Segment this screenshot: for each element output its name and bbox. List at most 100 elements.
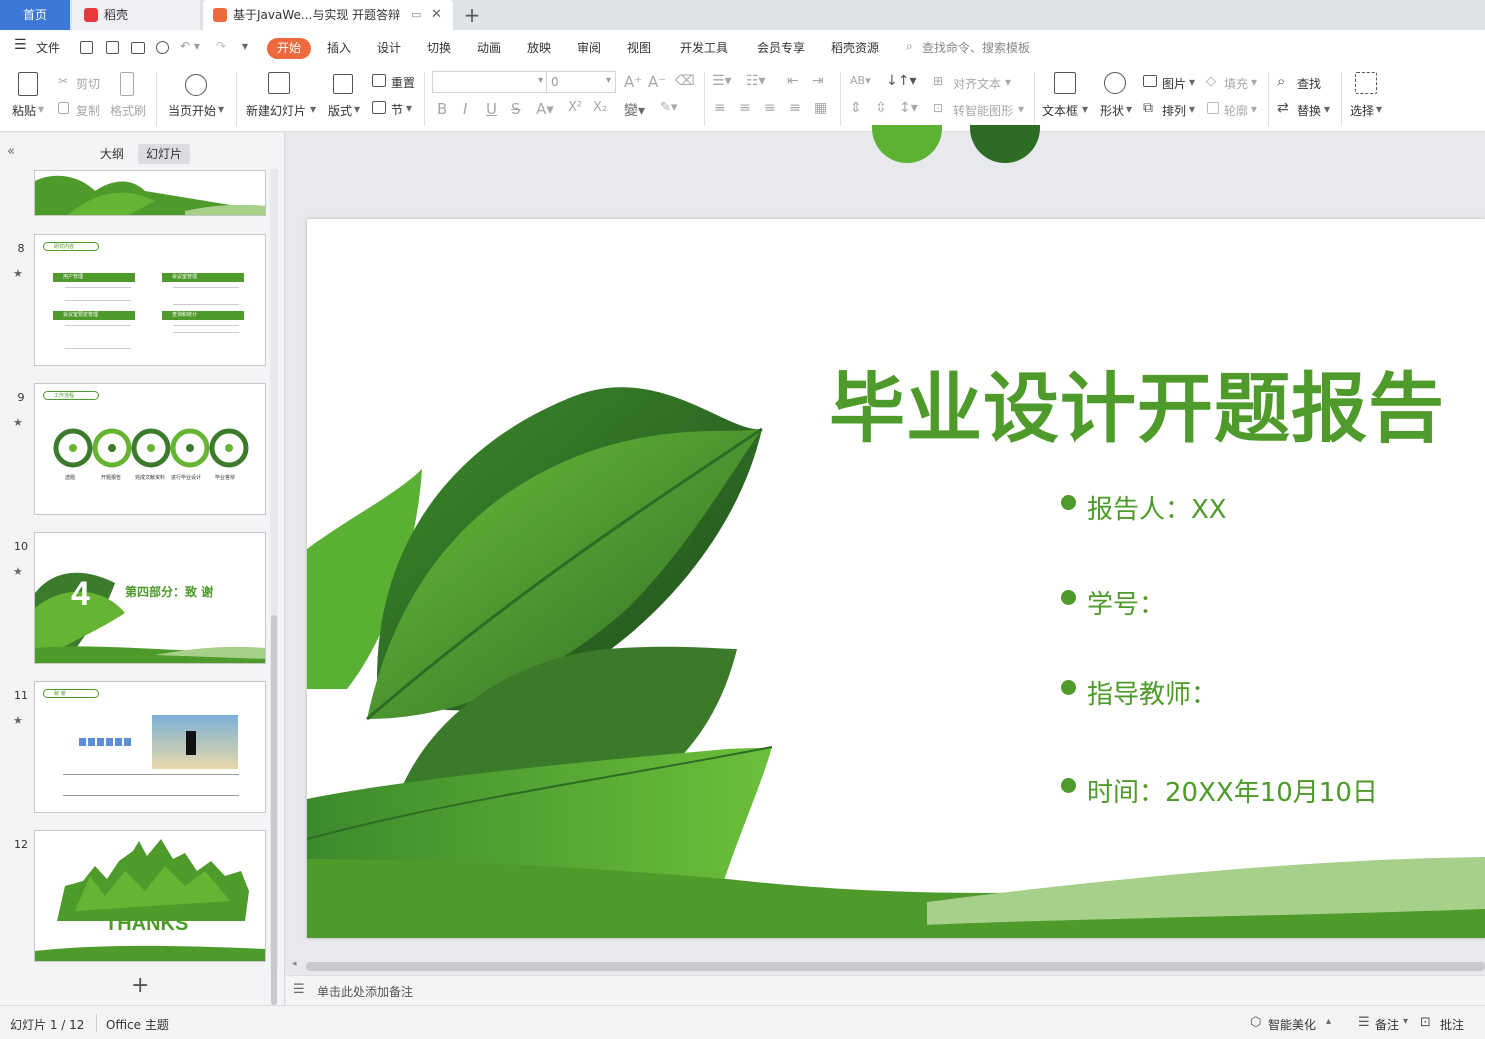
copy-icon[interactable] — [58, 102, 69, 114]
add-slide-button[interactable]: + — [131, 973, 149, 998]
font-name-select[interactable]: ▾ — [432, 71, 548, 93]
subscript-icon[interactable]: X₂ — [593, 100, 607, 115]
notes-placeholder[interactable]: 单击此处添加备注 — [317, 983, 413, 1000]
format-painter-icon[interactable] — [120, 72, 134, 96]
collapse-panel-icon[interactable]: « — [7, 144, 15, 159]
print-preview-icon[interactable] — [156, 41, 169, 54]
shape-button[interactable]: 形状 — [1100, 102, 1124, 119]
menu-transition[interactable]: 切换 — [427, 39, 451, 56]
picture-button[interactable]: 图片 — [1162, 75, 1186, 92]
slide-thumbnail-9[interactable]: 工作流程 选题 开题报告 完成文献资料 进行毕业设计 毕业答辩 — [34, 383, 266, 515]
phonetic-guide-icon[interactable]: 變▾ — [624, 100, 645, 120]
smart-shape-icon[interactable]: ⊡ — [933, 101, 943, 115]
section-button[interactable]: 节 — [391, 101, 403, 118]
cut-button[interactable]: 剪切 — [76, 75, 100, 92]
align-text-button[interactable]: 对齐文本 — [953, 75, 1001, 92]
command-search-input[interactable]: 查找命令、搜索模板 — [922, 39, 1030, 56]
slide-thumbnail-11[interactable]: 致 谢 — [34, 681, 266, 813]
fill-button[interactable]: 填充 — [1224, 75, 1248, 92]
play-icon[interactable] — [185, 74, 207, 96]
menu-file[interactable]: 文件 — [36, 39, 60, 56]
menu-slideshow[interactable]: 放映 — [527, 39, 551, 56]
panel-scrollbar-thumb[interactable] — [271, 615, 277, 1005]
menu-daoke-resources[interactable]: 稻壳资源 — [831, 39, 879, 56]
replace-icon[interactable]: ⇄ — [1277, 100, 1289, 116]
decrease-indent-icon[interactable]: ⇤ — [787, 73, 799, 89]
highlight-icon[interactable]: ✎▾ — [660, 100, 677, 115]
new-slide-button[interactable]: 新建幻灯片 — [246, 102, 306, 119]
tab-close-icon[interactable]: ✕ — [431, 0, 442, 30]
layout-icon[interactable] — [333, 74, 353, 94]
tab-daoke[interactable]: 稻壳 — [72, 0, 200, 30]
fill-icon[interactable]: ◇ — [1206, 74, 1216, 89]
outline-button[interactable]: 轮廓 — [1224, 102, 1248, 119]
arrange-icon[interactable]: ⧉ — [1143, 100, 1153, 116]
smart-shape-button[interactable]: 转智能图形 — [953, 102, 1013, 119]
superscript-icon[interactable]: X² — [568, 100, 582, 115]
align-left-icon[interactable]: ≡ — [714, 100, 726, 116]
new-slide-icon[interactable] — [268, 72, 290, 94]
font-size-select[interactable]: 0 ▾ — [546, 71, 616, 93]
paragraph-spacing-icon[interactable]: ⇳ — [875, 100, 887, 116]
line-spacing-icon[interactable]: ⇕ — [850, 100, 862, 116]
smart-beautify-button[interactable]: 智能美化 — [1268, 1016, 1316, 1033]
section-dropdown-icon[interactable]: ▾ — [406, 101, 412, 115]
new-slide-dropdown-icon[interactable]: ▾ — [310, 102, 316, 116]
slide-thumbnail-10[interactable]: 4 第四部分：致 谢 — [34, 532, 266, 664]
font-color-icon[interactable]: A▾ — [536, 100, 554, 118]
menu-start[interactable]: 开始 — [267, 38, 311, 59]
textbox-dropdown-icon[interactable]: ▾ — [1082, 102, 1088, 116]
fill-dropdown-icon[interactable]: ▾ — [1251, 75, 1257, 89]
textbox-icon[interactable] — [1054, 72, 1076, 94]
align-center-icon[interactable]: ≡ — [739, 100, 751, 116]
picture-dropdown-icon[interactable]: ▾ — [1189, 75, 1195, 89]
text-direction-icon[interactable]: AB▾ — [850, 74, 871, 87]
select-icon[interactable] — [1355, 72, 1377, 94]
align-right-icon[interactable]: ≡ — [764, 100, 776, 116]
slide-thumbnail-12[interactable]: THANKS — [34, 830, 266, 962]
notes-toggle-button[interactable]: 备注 — [1375, 1016, 1399, 1033]
menu-review[interactable]: 审阅 — [577, 39, 601, 56]
tab-slides[interactable]: 幻灯片 — [138, 144, 191, 164]
redo-icon[interactable]: ↷ — [216, 39, 226, 53]
window-restore-icon[interactable]: ▭ — [411, 0, 421, 30]
paste-dropdown-icon[interactable]: ▾ — [38, 102, 44, 116]
select-dropdown-icon[interactable]: ▾ — [1376, 102, 1382, 116]
menu-design[interactable]: 设计 — [377, 39, 401, 56]
shape-dropdown-icon[interactable]: ▾ — [1126, 102, 1132, 116]
decrease-font-icon[interactable]: A⁻ — [648, 73, 666, 91]
textbox-button[interactable]: 文本框 — [1042, 102, 1078, 119]
bullet-list-icon[interactable]: ☰▾ — [712, 73, 732, 89]
italic-icon[interactable]: I — [463, 100, 467, 118]
customize-dropdown-icon[interactable]: ▾ — [242, 39, 248, 53]
clear-format-icon[interactable]: ⌫ — [675, 73, 695, 89]
sort-icon[interactable]: ↓↑▾ — [886, 73, 917, 89]
find-button[interactable]: 查找 — [1297, 75, 1321, 92]
section-icon[interactable] — [372, 101, 386, 114]
notes-pane[interactable]: ☰ 单击此处添加备注 — [286, 975, 1485, 1005]
numbered-list-icon[interactable]: ☷▾ — [746, 73, 766, 89]
layout-button[interactable]: 版式 — [328, 102, 352, 119]
menu-member[interactable]: 会员专享 — [757, 39, 805, 56]
undo-icon[interactable]: ↶ ▾ — [180, 39, 200, 53]
reset-button[interactable]: 重置 — [391, 74, 415, 91]
shape-icon[interactable] — [1104, 72, 1126, 94]
from-current-slide-button[interactable]: 当页开始 — [168, 102, 216, 119]
horizontal-scrollbar[interactable]: ◂ — [286, 959, 1485, 973]
horizontal-scrollbar-thumb[interactable] — [306, 962, 1485, 971]
layout-dropdown-icon[interactable]: ▾ — [354, 102, 360, 116]
new-tab-button[interactable]: + — [462, 0, 482, 30]
save-icon[interactable] — [80, 41, 93, 54]
format-painter-button[interactable]: 格式刷 — [110, 102, 146, 119]
print-icon[interactable] — [131, 42, 145, 54]
arrange-dropdown-icon[interactable]: ▾ — [1189, 102, 1195, 116]
underline-icon[interactable]: U — [486, 100, 497, 118]
from-current-dropdown-icon[interactable]: ▾ — [218, 102, 224, 116]
comments-button[interactable]: 批注 — [1440, 1016, 1464, 1033]
hamburger-icon[interactable]: ☰ — [14, 37, 27, 53]
panel-scrollbar[interactable] — [270, 169, 278, 1005]
export-pdf-icon[interactable] — [106, 41, 119, 54]
replace-button[interactable]: 替换 — [1297, 102, 1321, 119]
slide-thumbnail-7[interactable] — [34, 170, 266, 216]
arrange-button[interactable]: 排列 — [1162, 102, 1186, 119]
